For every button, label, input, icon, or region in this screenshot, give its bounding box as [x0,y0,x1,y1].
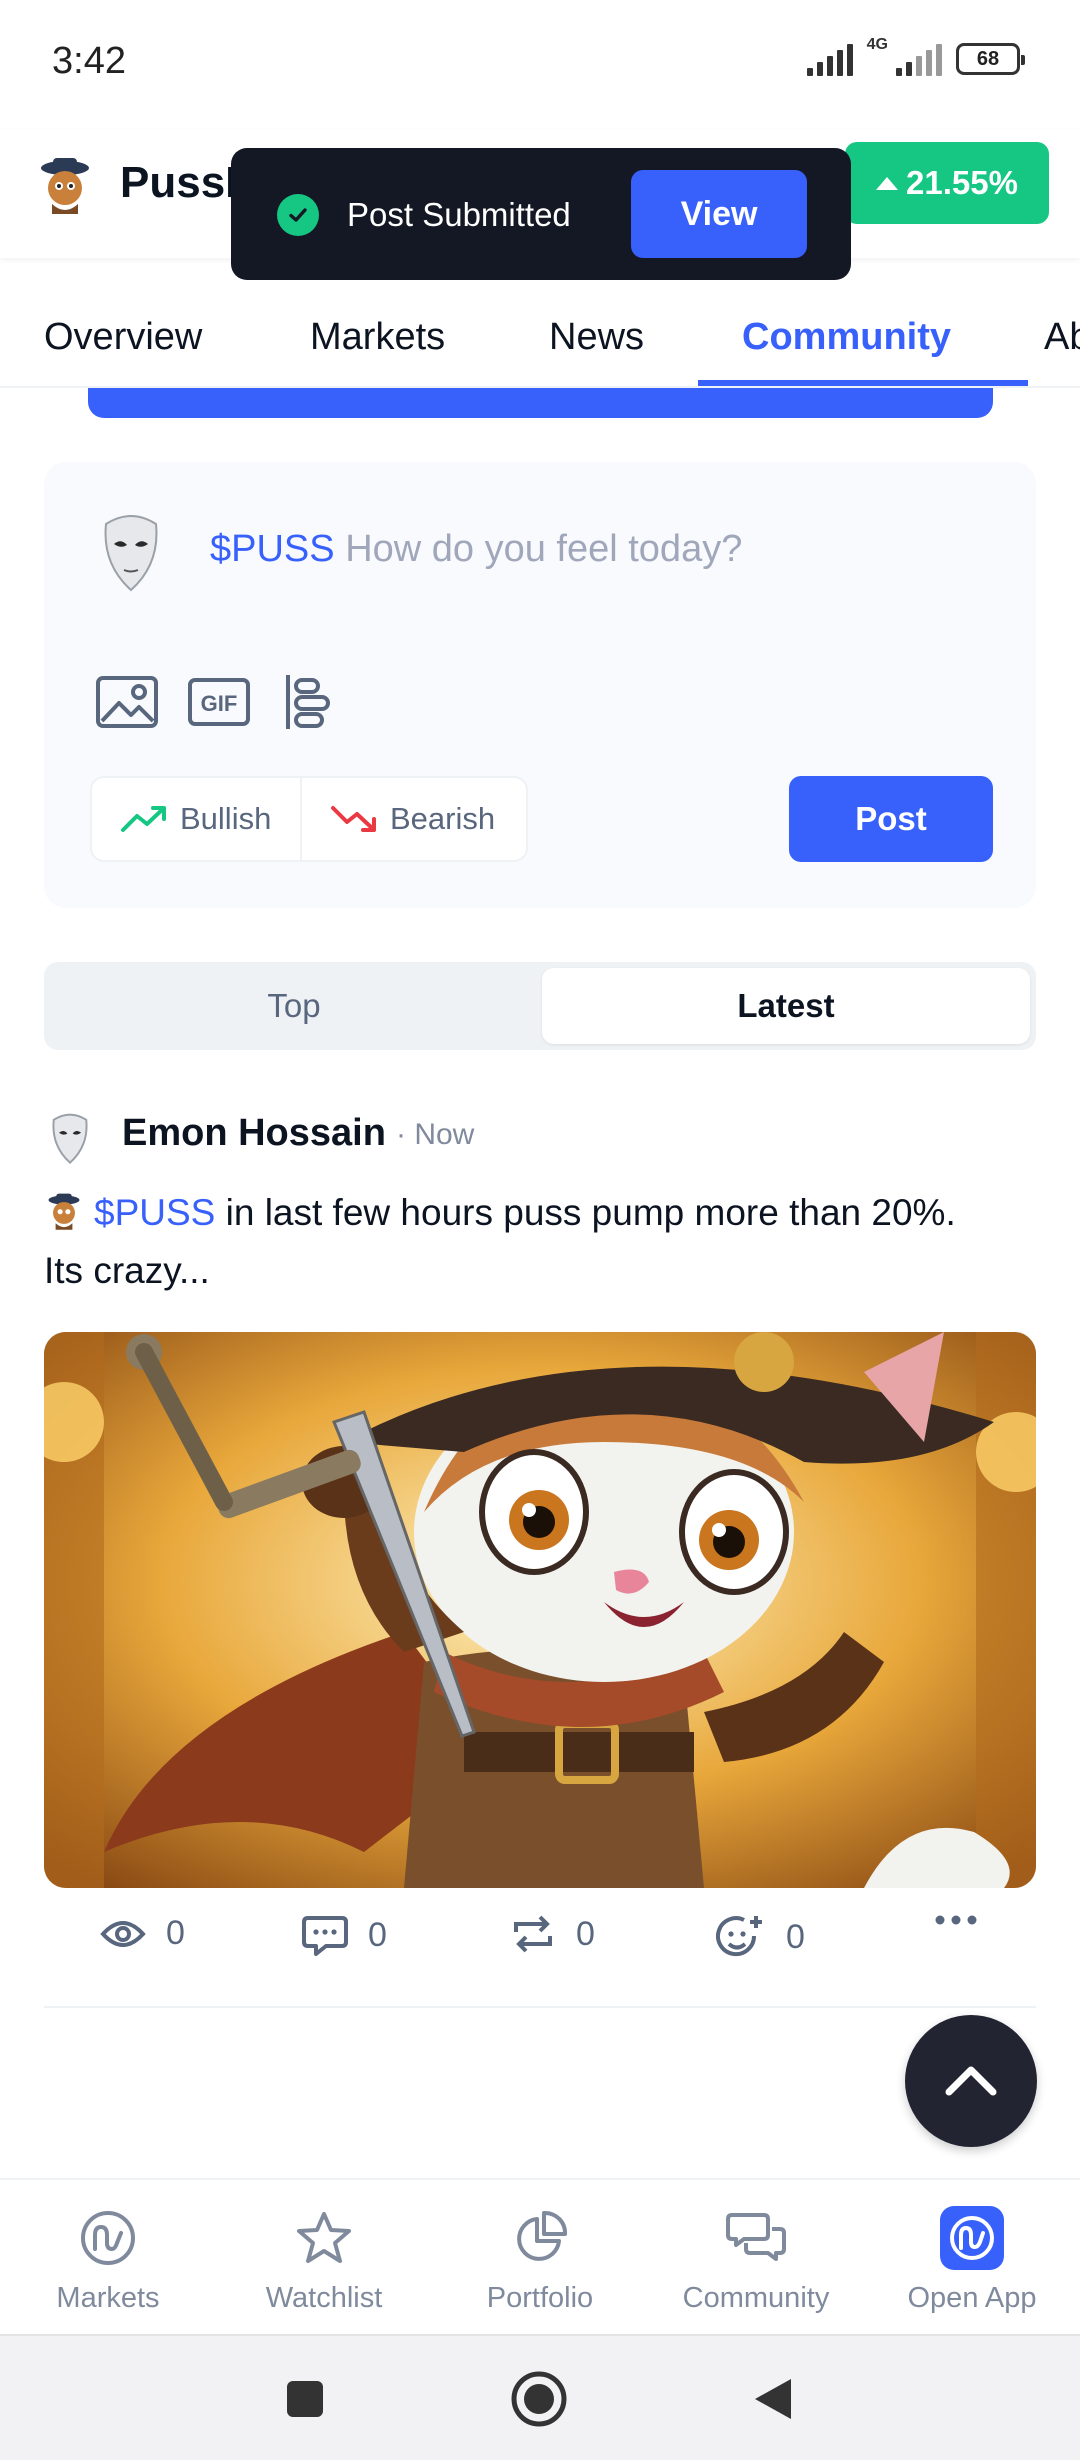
post-body: $PUSS in last few hours puss pump more t… [44,1184,1004,1300]
nav-community-label: Community [682,2282,830,2314]
square-icon [287,2381,323,2417]
nav-community[interactable]: Community [648,2180,864,2336]
composer-placeholder: How do you feel today? [345,528,743,570]
home-circle-icon [511,2371,567,2427]
markets-icon [76,2206,140,2270]
sort-top-option[interactable]: Top [50,968,538,1044]
eye-icon [100,1920,146,1947]
nav-watchlist-label: Watchlist [265,2282,383,2314]
system-navigation-bar [0,2334,1080,2460]
coin-logo-icon [48,1193,80,1230]
add-reaction-icon [716,1916,762,1957]
arrow-up-icon [876,176,899,190]
post-composer: $PUSS How do you feel today? GIF Bullish… [44,462,1036,908]
bearish-label: Bearish [390,801,496,836]
home-button[interactable] [504,2364,574,2434]
tab-community[interactable]: Community [742,316,951,359]
reposts-count: 0 [576,1914,595,1953]
toast-message: Post Submitted [347,196,571,233]
views-stat: 0 [100,1914,185,1953]
check-circle-icon [277,194,319,236]
composer-ticker: $PUSS [210,528,335,570]
tab-overview[interactable]: Overview [44,316,202,359]
post-stats: 0 0 0 0 [44,1900,1036,1980]
post-author[interactable]: Emon Hossain [122,1112,386,1155]
views-count: 0 [166,1914,185,1952]
signal-icon-2 [896,42,942,76]
nav-portfolio-label: Portfolio [486,2282,594,2314]
gif-icon[interactable]: GIF [186,672,252,732]
nav-markets-label: Markets [56,2282,160,2314]
reactions-stat[interactable]: 0 [716,1914,805,1960]
post-time: · Now [396,1118,475,1151]
price-change-badge: 21.55% [845,142,1049,224]
user-avatar-mask-icon [104,515,158,592]
signal-icon [806,42,853,76]
battery-level: 68 [976,47,1000,70]
section-tabs: Overview Markets News Community Ab [0,300,1080,388]
reposts-stat[interactable]: 0 [510,1914,595,1954]
bearish-button[interactable]: Bearish [300,776,528,862]
chat-icon [724,2206,788,2270]
comments-count: 0 [368,1915,387,1954]
nav-open-app-label: Open App [907,2282,1037,2314]
post-input[interactable]: $PUSS How do you feel today? [210,528,742,571]
comment-icon [302,1916,348,1956]
recent-apps-button[interactable] [270,2364,340,2434]
comments-stat[interactable]: 0 [302,1914,387,1956]
status-icons: 4G 68 [806,36,1025,76]
nav-portfolio[interactable]: Portfolio [432,2180,648,2336]
author-avatar[interactable] [44,1112,96,1164]
nav-open-app[interactable]: Open App [864,2180,1080,2336]
tab-news[interactable]: News [549,316,644,359]
active-tab-indicator [698,380,1028,386]
post-divider [44,2006,1036,2008]
nav-watchlist[interactable]: Watchlist [216,2180,432,2336]
feed-sort-toggle: Top Latest [44,962,1036,1050]
post-button[interactable]: Post [789,776,993,862]
image-icon[interactable] [94,672,160,732]
sort-latest-option[interactable]: Latest [542,968,1030,1044]
bullish-button[interactable]: Bullish [90,776,302,862]
repost-icon [514,1915,552,1953]
tab-about[interactable]: Ab [1044,316,1080,359]
tab-markets[interactable]: Markets [310,316,445,359]
back-button[interactable] [738,2364,808,2434]
banner-strip[interactable] [88,388,993,418]
post-image[interactable] [44,1332,1036,1888]
app-logo-icon [940,2206,1004,2270]
trend-up-icon [121,806,166,832]
star-icon [292,2206,356,2270]
scroll-to-top-button[interactable] [905,2015,1037,2147]
back-triangle-icon [755,2379,791,2419]
battery-icon: 68 [956,43,1025,75]
svg-text:GIF: GIF [201,691,238,716]
chevron-up-icon [945,2066,997,2096]
post-ticker-link[interactable]: $PUSS [94,1192,215,1233]
toast-view-button[interactable]: View [631,170,807,258]
reactions-count: 0 [786,1917,805,1956]
network-type: 4G [866,36,888,53]
bullish-label: Bullish [180,801,272,836]
price-change-value: 21.55% [906,164,1018,201]
pie-chart-icon [508,2206,572,2270]
more-options-icon[interactable] [934,1914,978,1926]
bottom-navigation: Markets Watchlist Portfolio Community Op… [0,2178,1080,2334]
trend-down-icon [331,806,376,832]
status-time: 3:42 [52,40,126,82]
status-bar: 3:42 4G 68 [0,0,1080,130]
nav-markets[interactable]: Markets [0,2180,216,2336]
coin-logo-icon [41,158,89,214]
post-submitted-toast: Post Submitted View [231,148,851,280]
poll-icon[interactable] [274,672,340,732]
